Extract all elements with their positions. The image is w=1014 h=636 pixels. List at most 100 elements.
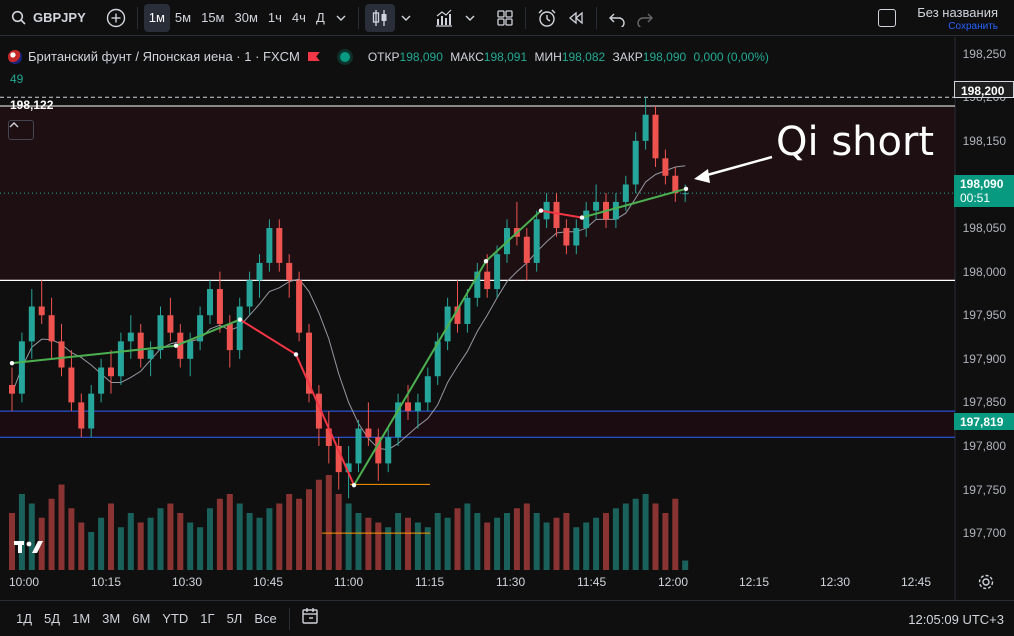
range-1d[interactable]: 1Д <box>16 611 32 626</box>
candle-body <box>108 367 114 377</box>
time-label: 10:15 <box>91 575 122 589</box>
instrument-name[interactable]: Британский фунт / Японская иена · 1 · FX… <box>28 49 300 64</box>
candle-body <box>563 228 570 246</box>
volume-bar <box>187 522 194 570</box>
annotation-text[interactable]: Qi short <box>776 119 934 165</box>
bars-icon <box>435 9 452 27</box>
collapse-legend-button[interactable] <box>8 120 34 140</box>
candle-body <box>583 210 590 229</box>
layout-checkbox[interactable] <box>878 9 896 27</box>
zigzag-point <box>538 208 544 213</box>
time-label: 11:30 <box>496 575 526 589</box>
volume-bar <box>385 527 392 570</box>
volume-bar <box>622 503 629 570</box>
time-label: 11:45 <box>577 575 607 589</box>
toolbar-separator <box>357 6 359 29</box>
interval-5m[interactable]: 5м <box>170 4 196 32</box>
calendar-icon <box>302 608 318 624</box>
volume-bar <box>117 527 124 570</box>
volume-bar <box>78 522 85 570</box>
templates-button[interactable] <box>491 4 519 32</box>
volume-bar <box>682 560 689 570</box>
interval-1d[interactable]: Д <box>311 4 330 32</box>
candle-body <box>266 228 273 263</box>
interval-1h[interactable]: 1ч <box>263 4 287 32</box>
candle-body <box>632 140 639 185</box>
utc-clock[interactable]: 12:05:09 UTC+3 <box>908 612 1004 627</box>
interval-4h[interactable]: 4ч <box>287 4 311 32</box>
chart-pane[interactable]: Британский фунт / Японская иена · 1 · FX… <box>0 37 1014 600</box>
candle-body <box>216 289 223 324</box>
candle-body <box>405 402 411 412</box>
volume-bar <box>434 513 441 570</box>
undo-button[interactable] <box>603 4 631 32</box>
interval-30m[interactable]: 30м <box>230 4 263 32</box>
chart-type-button[interactable] <box>364 3 395 32</box>
volume-bar <box>256 517 263 570</box>
price-label: 198,250 <box>962 46 1006 61</box>
volume-bar <box>494 517 501 570</box>
time-label: 10:45 <box>253 575 284 589</box>
zigzag-point <box>483 258 489 264</box>
range-5d[interactable]: 5Д <box>44 611 60 626</box>
indicator-settings-button[interactable] <box>429 4 459 32</box>
candle-body <box>464 297 471 324</box>
volume-bar <box>207 508 213 570</box>
replay-button[interactable] <box>562 4 590 32</box>
go-to-date-button[interactable] <box>300 606 320 631</box>
zigzag-point <box>293 352 299 357</box>
save-link[interactable]: Сохранить <box>917 21 998 32</box>
range-6m[interactable]: 6М <box>132 611 150 626</box>
high-value: 198,091 <box>483 49 528 64</box>
range-1m[interactable]: 1М <box>72 611 90 626</box>
time-axis[interactable]: 10:00 10:15 10:30 10:45 11:00 11:15 11:3… <box>0 570 1014 596</box>
market-status-dot[interactable] <box>339 51 350 62</box>
candle-body <box>494 254 501 290</box>
range-3m[interactable]: 3М <box>102 611 120 626</box>
time-label: 12:30 <box>820 575 851 589</box>
cursor-price-badge: 198,200 <box>954 81 1014 98</box>
time-label: 11:00 <box>334 575 364 589</box>
range-all[interactable]: Все <box>254 611 276 626</box>
search-icon <box>11 10 26 25</box>
layout-title-block[interactable]: Без названия Сохранить <box>917 5 998 32</box>
high-label: МАКС <box>450 49 484 64</box>
candle-body <box>256 262 263 281</box>
volume-bar <box>137 522 144 570</box>
volume-bar <box>167 503 174 570</box>
candle-body <box>48 315 55 342</box>
candle-body <box>652 114 659 159</box>
price-label: 197,700 <box>962 526 1006 541</box>
range-ytd[interactable]: YTD <box>162 611 188 626</box>
price-label: 197,850 <box>962 395 1006 410</box>
candle-body <box>236 306 243 351</box>
settings-gear-button[interactable] <box>977 573 995 596</box>
compare-button[interactable] <box>101 4 131 32</box>
symbol-search-button[interactable]: GBPJPY <box>6 4 91 32</box>
volume-bar <box>523 503 530 570</box>
volume-bar <box>563 513 570 570</box>
alert-button[interactable] <box>532 4 562 32</box>
interval-1m[interactable]: 1м <box>143 3 170 32</box>
low-value: 198,082 <box>561 49 606 64</box>
chart-type-dropdown[interactable] <box>395 4 417 32</box>
indicators-dropdown[interactable] <box>459 4 481 32</box>
candle-body <box>385 437 392 464</box>
interval-dropdown[interactable] <box>330 4 352 32</box>
volume-bar <box>583 522 590 570</box>
candle-body <box>117 341 124 377</box>
gear-icon <box>978 574 994 590</box>
toolbar-separator <box>524 6 526 29</box>
candle-body <box>98 367 105 394</box>
candle-body <box>573 228 580 246</box>
range-1y[interactable]: 1Г <box>200 611 214 626</box>
time-label: 12:15 <box>739 575 770 589</box>
volume-bar <box>216 498 223 570</box>
flag-icon[interactable] <box>307 52 320 61</box>
interval-15m[interactable]: 15м <box>196 4 229 32</box>
redo-button[interactable] <box>631 4 659 32</box>
volume-bar <box>603 513 609 570</box>
volume-bar <box>543 522 550 570</box>
range-5y[interactable]: 5Л <box>227 611 243 626</box>
open-value: 198,090 <box>399 49 443 64</box>
